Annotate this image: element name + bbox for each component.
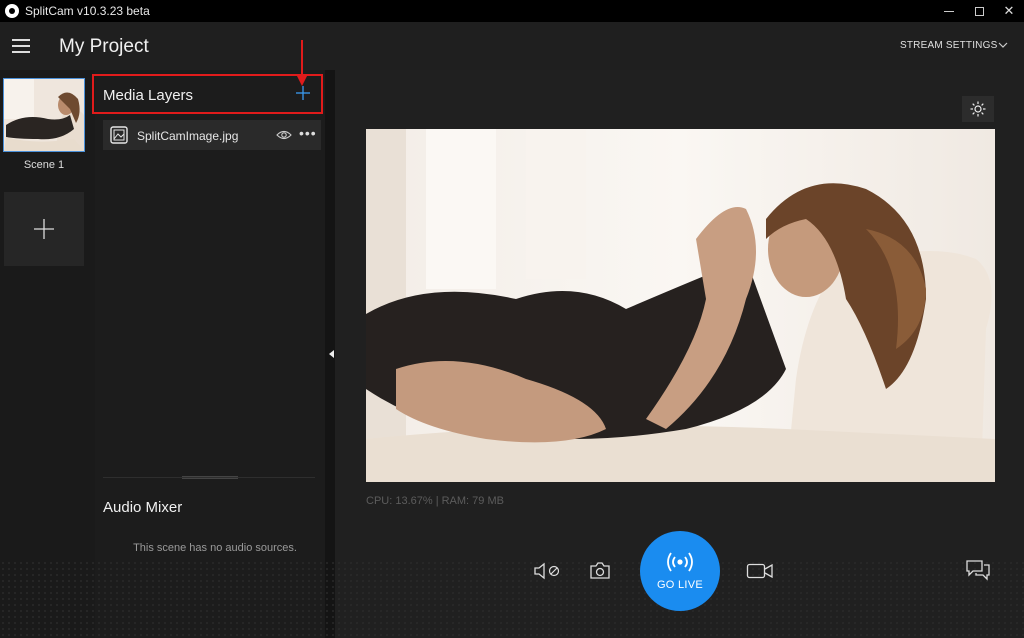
annotation-arrow-icon [297, 40, 307, 86]
eye-icon[interactable] [276, 128, 292, 142]
go-live-button[interactable]: GO LIVE [640, 531, 720, 611]
brightness-button[interactable] [962, 96, 994, 122]
mute-mic-button[interactable] [532, 560, 562, 582]
close-icon: ✕ [1003, 3, 1015, 18]
close-button[interactable]: ✕ [994, 0, 1024, 22]
preview-image [366, 129, 995, 482]
scene-label: Scene 1 [23, 159, 65, 171]
project-title: My Project [59, 36, 149, 57]
camera-snapshot-icon [590, 562, 610, 579]
layer-name: SplitCamImage.jpg [137, 129, 239, 143]
collapse-arrow-icon[interactable] [329, 350, 334, 358]
minimize-icon [944, 10, 954, 12]
scenes-panel: Scene 1 [0, 70, 95, 638]
add-scene-button[interactable] [4, 192, 84, 266]
chat-button[interactable] [964, 558, 992, 582]
stream-settings-button[interactable]: STREAM SETTINGS [900, 40, 997, 51]
image-file-icon [110, 126, 128, 144]
broadcast-icon [667, 552, 693, 572]
go-live-label: GO LIVE [656, 579, 704, 591]
splitcam-logo-icon [5, 4, 19, 18]
video-preview [366, 129, 995, 482]
window-title: SplitCam v10.3.23 beta [25, 4, 150, 18]
add-layer-plus-icon[interactable] [295, 85, 311, 101]
plus-icon [34, 219, 54, 239]
more-options-icon[interactable]: ••• [299, 125, 317, 141]
mute-mic-icon [534, 562, 560, 580]
maximize-icon [974, 6, 984, 16]
scene-thumbnail[interactable] [3, 78, 85, 152]
layer-item[interactable]: SplitCamImage.jpg ••• [103, 120, 321, 150]
scene-preview-image [4, 79, 84, 151]
chat-icon [966, 560, 990, 581]
media-layers-title: Media Layers [103, 87, 194, 104]
app-header: My Project STREAM SETTINGS [0, 22, 1024, 70]
media-layers-panel: Media Layers SplitCamImage.jpg ••• Audio… [92, 70, 325, 638]
minimize-button[interactable] [934, 0, 964, 22]
snapshot-button[interactable] [588, 559, 612, 581]
menu-icon[interactable] [12, 39, 30, 53]
chevron-down-icon[interactable] [998, 40, 1008, 50]
title-bar: SplitCam v10.3.23 beta ✕ [0, 0, 1024, 22]
maximize-button[interactable] [964, 0, 994, 22]
video-record-icon [746, 563, 773, 579]
record-video-button[interactable] [746, 560, 774, 582]
performance-stats: CPU: 13.67% | RAM: 79 MB [366, 495, 504, 507]
audio-empty-message: This scene has no audio sources. [133, 542, 297, 554]
resize-handle[interactable] [182, 476, 238, 479]
sun-icon [970, 101, 986, 117]
audio-mixer-title: Audio Mixer [103, 499, 183, 516]
